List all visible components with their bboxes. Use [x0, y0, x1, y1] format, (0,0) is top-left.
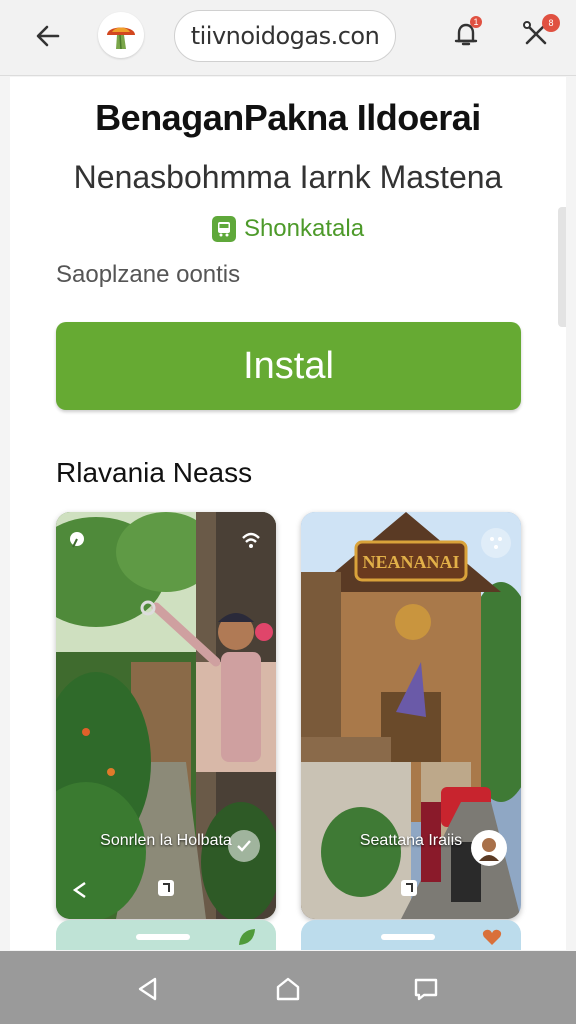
temple-sign-text: NEANANAI	[362, 552, 459, 572]
crop-icon[interactable]	[154, 876, 178, 900]
drag-handle	[381, 934, 435, 940]
back-button[interactable]	[30, 18, 66, 54]
app-title: BenaganPakna Ildoerai	[95, 97, 481, 138]
avatar-icon[interactable]	[471, 830, 507, 866]
triangle-back-icon	[138, 977, 157, 1001]
check-icon[interactable]	[228, 830, 260, 862]
site-logo[interactable]	[98, 12, 144, 58]
share-icon[interactable]	[68, 878, 92, 902]
recents-icon	[414, 978, 438, 1001]
heart-icon	[482, 929, 502, 945]
system-nav-bar	[0, 951, 576, 1024]
screenshot-card[interactable]: NEANANAI Seattana Iraiis	[301, 512, 521, 919]
tools-badge: 8	[542, 14, 560, 32]
browser-toolbar: tiivnoidogas.con 1 8	[0, 0, 576, 76]
arrow-left-icon	[36, 25, 60, 47]
notification-badge: 1	[470, 16, 482, 28]
next-card-preview[interactable]	[301, 920, 521, 950]
app-listing-page: BenaganPakna Ildoerai Nenasbohmma Iarnk …	[10, 77, 566, 950]
mushroom-logo-icon	[107, 27, 135, 50]
app-meta: Saoplzane oontis	[56, 261, 241, 288]
drag-handle	[136, 934, 190, 940]
section-title: Rlavania Neass	[56, 457, 253, 488]
system-recents-button[interactable]	[406, 969, 446, 1009]
home-icon	[276, 977, 300, 1001]
install-button[interactable]: Instal	[56, 322, 521, 410]
system-back-button[interactable]	[128, 969, 168, 1009]
system-home-button[interactable]	[268, 969, 308, 1009]
next-card-preview[interactable]	[56, 920, 276, 950]
tools-button[interactable]: 8	[514, 12, 560, 56]
bus-icon	[211, 216, 236, 242]
expand-icon[interactable]	[481, 528, 511, 558]
developer-name: Shonkatala	[243, 215, 365, 242]
pin-icon[interactable]	[64, 528, 90, 554]
screenshot-card[interactable]: Sonrlen la Holbata	[56, 512, 276, 919]
wifi-icon	[238, 528, 264, 554]
notifications-button[interactable]: 1	[446, 14, 486, 54]
address-bar[interactable]: tiivnoidogas.con	[174, 10, 396, 62]
developer-link[interactable]: Shonkatala	[10, 215, 566, 243]
leaf-icon	[239, 929, 255, 945]
crop-icon[interactable]	[397, 876, 421, 900]
scrollbar[interactable]	[558, 207, 566, 327]
app-subtitle: Nenasbohmma Iarnk Mastena	[73, 159, 503, 195]
